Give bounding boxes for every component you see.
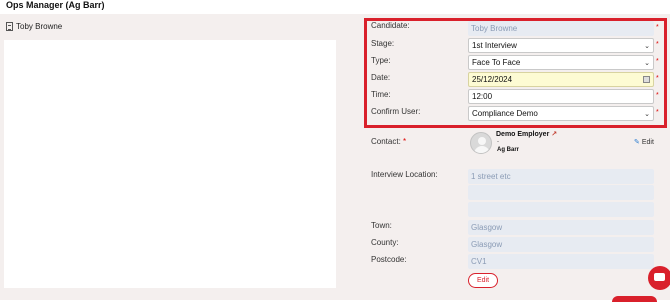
type-label: Type: [371, 56, 391, 65]
required-marker: * [656, 92, 659, 99]
date-value: 25/12/2024 [472, 75, 513, 84]
county-field: Glasgow [468, 237, 654, 252]
chevron-down-icon: ⌄ [644, 43, 650, 50]
list-item-label: Toby Browne [16, 22, 63, 31]
contact-name-text: Demo Employer [496, 131, 550, 138]
contact-label-text: Contact: [371, 137, 401, 146]
required-marker: * [656, 75, 659, 82]
edit-address-button[interactable]: Edit [468, 273, 498, 288]
required-marker: * [656, 24, 659, 31]
stage-value: 1st Interview [472, 41, 517, 50]
location-line-3 [468, 202, 654, 217]
postcode-label: Postcode: [371, 255, 407, 264]
required-marker: * [403, 137, 407, 146]
candidate-list-panel [0, 14, 340, 300]
required-marker: * [656, 109, 659, 116]
user-avatar-icon [470, 132, 492, 154]
location-line-1: 1 street etc [468, 169, 654, 184]
candidate-field: Toby Browne [468, 21, 654, 36]
confirm-user-label: Confirm User: [371, 107, 421, 116]
document-icon [6, 22, 13, 31]
type-select[interactable]: Face To Face ⌄ [468, 55, 654, 70]
confirm-user-select[interactable]: Compliance Demo ⌄ [468, 106, 654, 121]
stage-select[interactable]: 1st Interview ⌄ [468, 38, 654, 53]
list-item[interactable]: Toby Browne [6, 22, 62, 31]
required-marker: * [656, 58, 659, 65]
edit-contact-button[interactable]: ✎ Edit [634, 138, 654, 147]
time-field[interactable]: 12:00 [468, 89, 654, 104]
required-marker: * [656, 41, 659, 48]
calendar-icon[interactable] [643, 76, 650, 83]
candidate-list [4, 20, 336, 288]
date-label: Date: [371, 73, 391, 82]
town-label: Town: [371, 221, 392, 230]
chat-icon[interactable] [648, 266, 670, 290]
interview-location-label: Interview Location: [371, 170, 438, 179]
location-line-2 [468, 185, 654, 200]
edit-contact-label: Edit [641, 138, 654, 146]
date-field[interactable]: 25/12/2024 [468, 72, 654, 87]
town-field: Glasgow [468, 220, 654, 235]
chevron-down-icon: ⌄ [644, 60, 650, 67]
page-title: Ops Manager (Ag Barr) [6, 0, 105, 10]
contact-name[interactable]: Demo Employer ↗ [496, 130, 557, 138]
confirm-user-value: Compliance Demo [472, 109, 538, 118]
pencil-icon: ✎ [634, 139, 640, 146]
contact-company: Ag Barr [497, 147, 520, 153]
bottom-action-tab[interactable] [612, 296, 657, 302]
time-label: Time: [371, 90, 391, 99]
contact-dash: - [497, 139, 499, 145]
external-link-icon[interactable]: ↗ [551, 131, 557, 138]
type-value: Face To Face [472, 58, 521, 67]
chevron-down-icon: ⌄ [644, 111, 650, 118]
postcode-field: CV1 [468, 254, 654, 269]
candidate-label: Candidate: [371, 21, 410, 30]
contact-label: Contact: * [371, 137, 406, 146]
stage-label: Stage: [371, 39, 395, 48]
county-label: County: [371, 238, 399, 247]
